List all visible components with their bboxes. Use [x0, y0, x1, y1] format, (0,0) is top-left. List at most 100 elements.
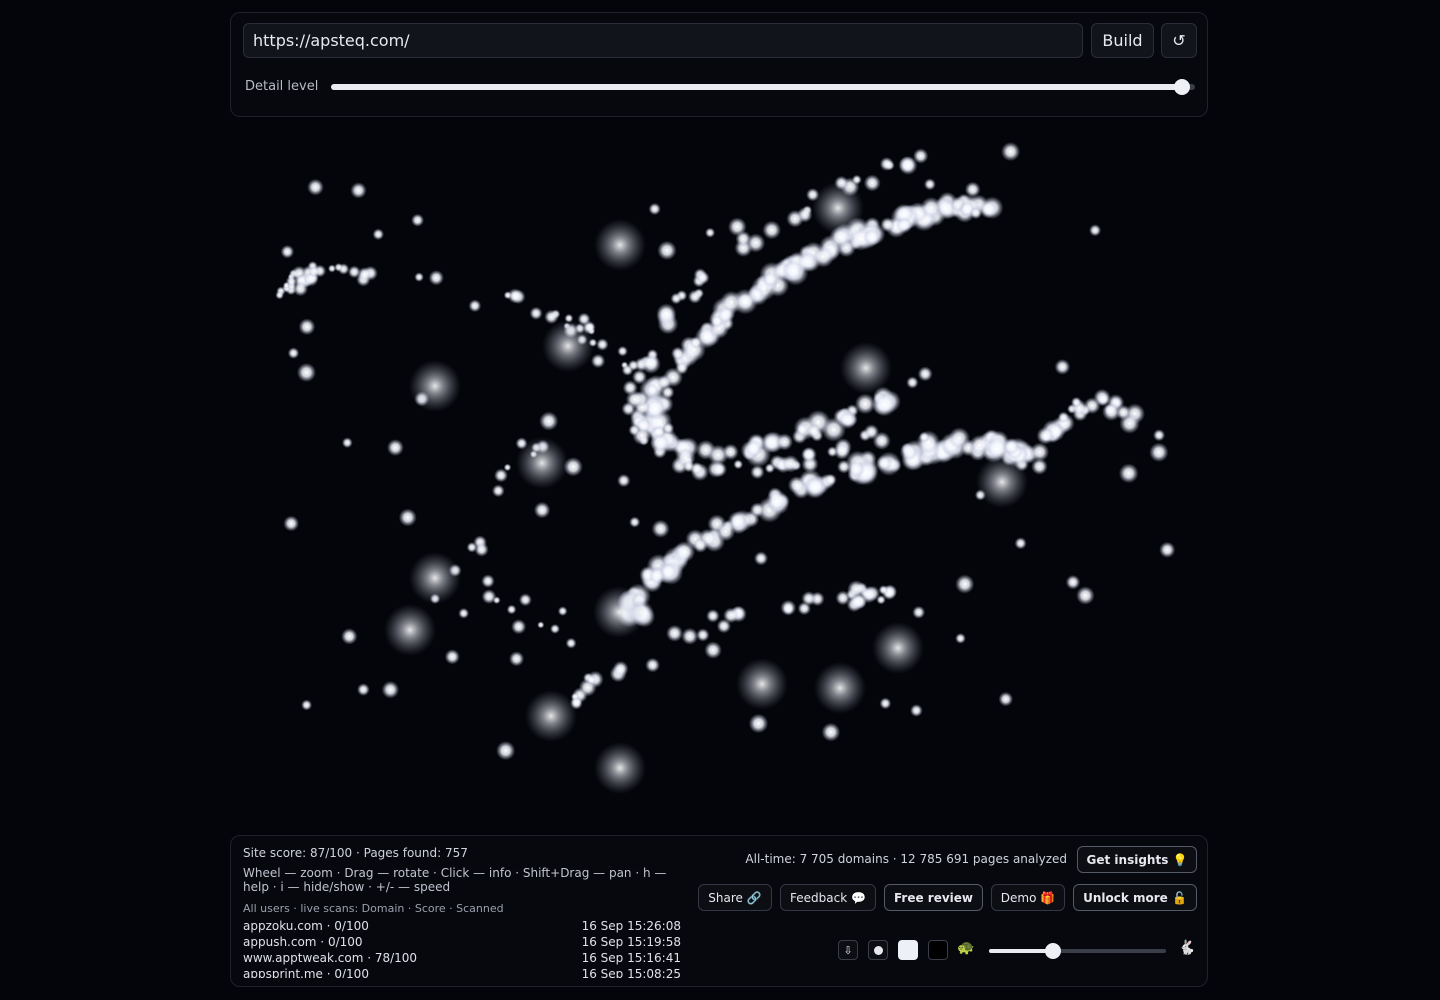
graph-node[interactable] — [411, 213, 425, 227]
graph-node[interactable] — [542, 320, 594, 372]
graph-node[interactable] — [1065, 574, 1081, 590]
graph-node[interactable] — [733, 459, 744, 470]
graph-node[interactable] — [496, 741, 516, 761]
graph-node[interactable] — [275, 290, 284, 300]
graph-node[interactable] — [899, 442, 918, 461]
graph-node[interactable] — [1076, 586, 1095, 605]
graph-node[interactable] — [876, 595, 886, 605]
graph-node[interactable] — [650, 433, 671, 453]
graph-node[interactable] — [750, 464, 765, 480]
graph-node[interactable] — [923, 178, 936, 191]
graph-node[interactable] — [748, 713, 769, 734]
graph-node[interactable] — [780, 599, 797, 616]
graph-node[interactable] — [627, 359, 639, 371]
graph-node[interactable] — [666, 624, 684, 642]
graph-node[interactable] — [301, 699, 313, 711]
graph-node[interactable] — [682, 460, 695, 473]
graph-node[interactable] — [706, 609, 720, 623]
graph-node[interactable] — [398, 508, 417, 527]
graph-node[interactable] — [753, 551, 769, 566]
graph-node[interactable] — [912, 605, 926, 619]
scan-row[interactable]: appush.com · 0/100 16 Sep 15:19:58 — [243, 934, 681, 950]
graph-node[interactable] — [350, 182, 367, 199]
graph-node[interactable] — [414, 272, 424, 282]
feedback-button[interactable]: Feedback 💬 — [780, 884, 876, 911]
graph-node[interactable] — [481, 589, 497, 604]
graph-node[interactable] — [1153, 429, 1166, 442]
scan-row[interactable]: appzoku.com · 0/100 16 Sep 15:26:08 — [243, 918, 681, 934]
graph-node[interactable] — [710, 315, 724, 328]
graph-node[interactable] — [629, 516, 641, 528]
graph-node[interactable] — [1070, 396, 1082, 408]
graph-node[interactable] — [804, 476, 826, 498]
graph-node[interactable] — [1089, 224, 1102, 237]
graph-node[interactable] — [384, 604, 436, 656]
graph-node[interactable] — [586, 675, 597, 685]
graph-node[interactable] — [969, 206, 983, 220]
graph-node[interactable] — [506, 604, 517, 615]
graph-node[interactable] — [648, 202, 661, 216]
graph-node[interactable] — [920, 196, 943, 219]
graph-node[interactable] — [511, 619, 527, 635]
graph-node[interactable] — [539, 411, 559, 431]
graph-node[interactable] — [565, 637, 577, 649]
graph-node[interactable] — [704, 641, 722, 659]
graph-node[interactable] — [287, 347, 300, 359]
graph-node[interactable] — [409, 360, 461, 412]
graph-node[interactable] — [594, 219, 646, 271]
light-theme-button[interactable] — [898, 940, 918, 960]
graph-node[interactable] — [557, 606, 568, 616]
build-button[interactable]: Build — [1091, 23, 1154, 58]
graph-node[interactable] — [851, 174, 862, 185]
graph-node[interactable] — [801, 446, 817, 463]
graph-node[interactable] — [880, 217, 896, 233]
graph-node[interactable] — [428, 270, 444, 286]
graph-node[interactable] — [617, 345, 628, 357]
graph-node[interactable] — [812, 182, 864, 234]
graph-node[interactable] — [283, 515, 300, 532]
graph-node[interactable] — [910, 704, 923, 717]
graph-node[interactable] — [282, 281, 291, 289]
graph-node[interactable] — [347, 265, 361, 279]
graph-node[interactable] — [645, 657, 660, 673]
graph-node[interactable] — [948, 427, 971, 450]
graph-node[interactable] — [727, 217, 747, 237]
graph-node[interactable] — [736, 658, 788, 710]
graph-node[interactable] — [749, 502, 765, 518]
graph-node[interactable] — [474, 542, 489, 557]
graph-node[interactable] — [550, 623, 560, 634]
graph-node[interactable] — [1014, 537, 1027, 550]
graph-node[interactable] — [651, 519, 670, 538]
graph-node[interactable] — [840, 342, 892, 394]
graph-node[interactable] — [596, 338, 609, 351]
graph-node[interactable] — [525, 690, 577, 742]
graph-node[interactable] — [895, 217, 913, 234]
graph-node[interactable] — [621, 401, 636, 416]
graph-node[interactable] — [659, 562, 678, 581]
graph-node[interactable] — [307, 178, 324, 196]
graph-node[interactable] — [656, 303, 677, 324]
reset-button[interactable]: ↺ — [1161, 23, 1197, 58]
graph-node[interactable] — [341, 437, 353, 449]
graph-node[interactable] — [280, 244, 295, 259]
graph-node[interactable] — [1036, 426, 1055, 445]
graph-node[interactable] — [979, 200, 998, 219]
graph-node[interactable] — [689, 336, 703, 349]
graph-node[interactable] — [1149, 442, 1169, 462]
graph-node[interactable] — [998, 691, 1014, 707]
graph-node[interactable] — [660, 385, 675, 400]
graph-node[interactable] — [838, 411, 857, 430]
graph-node[interactable] — [590, 353, 606, 369]
graph-node[interactable] — [705, 227, 716, 238]
graph-node[interactable] — [765, 489, 788, 512]
graph-node[interactable] — [357, 683, 370, 696]
graph-node[interactable] — [503, 463, 512, 472]
graph-node[interactable] — [509, 651, 525, 667]
graph-node[interactable] — [518, 593, 532, 607]
graph-node[interactable] — [863, 228, 881, 247]
speed-slider-thumb[interactable] — [1044, 943, 1061, 959]
graph-node[interactable] — [775, 433, 794, 451]
graph-node[interactable] — [786, 209, 804, 228]
share-button[interactable]: Share 🔗 — [698, 884, 772, 911]
graph-node[interactable] — [796, 251, 818, 272]
